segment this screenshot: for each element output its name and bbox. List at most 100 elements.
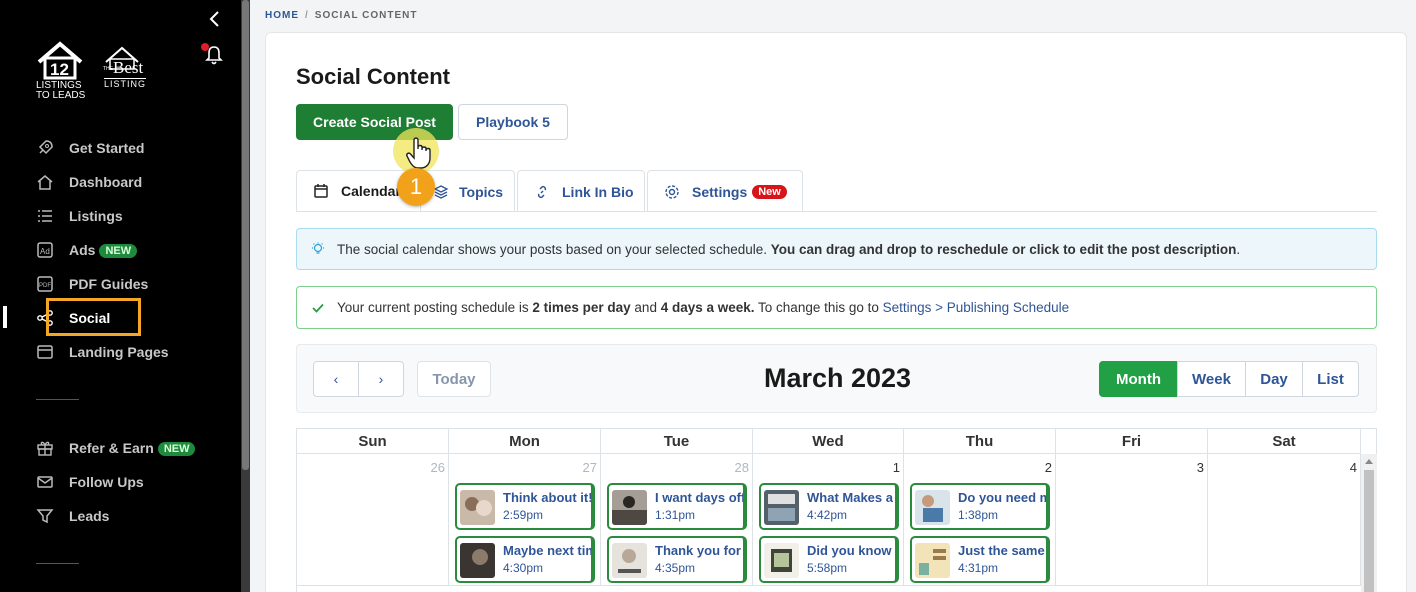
info-text-end: .: [1236, 241, 1241, 257]
post-title: Did you know: [807, 543, 892, 558]
post-time: 4:35pm: [655, 561, 696, 575]
post-event[interactable]: Do you need m 1:38pm: [910, 483, 1050, 530]
sidebar-item-listings[interactable]: Listings: [0, 199, 241, 233]
svg-text:Ad: Ad: [40, 247, 50, 256]
view-list-button[interactable]: List: [1302, 361, 1359, 397]
post-thumbnail: [764, 490, 799, 525]
post-thumbnail: [764, 543, 799, 578]
day-cell[interactable]: 26: [297, 454, 449, 586]
scroll-up-icon[interactable]: [1365, 459, 1373, 464]
day-cell[interactable]: 3: [1056, 454, 1208, 586]
day-cell[interactable]: 1 What Makes a 4:42pm Did you know 5:58p…: [753, 454, 904, 586]
rocket-icon: [38, 140, 53, 155]
post-event[interactable]: Did you know 5:58pm: [759, 536, 899, 583]
weekday-header: Sun: [297, 429, 449, 454]
logo-the-text: THE: [103, 66, 113, 72]
weekday-header: Sat: [1208, 429, 1361, 454]
sidebar-scrollbar[interactable]: [241, 0, 250, 592]
info-text: The social calendar shows your posts bas…: [337, 241, 771, 257]
post-event[interactable]: I want days off 1:31pm: [607, 483, 747, 530]
sidebar-item-label: Get Started: [69, 140, 145, 156]
sidebar-item-follow-ups[interactable]: Follow Ups: [0, 465, 241, 499]
view-month-button[interactable]: Month: [1099, 361, 1178, 397]
day-number: 26: [430, 460, 445, 475]
view-day-button[interactable]: Day: [1245, 361, 1303, 397]
post-event[interactable]: What Makes a 4:42pm: [759, 483, 899, 530]
gift-icon: [37, 441, 53, 456]
list-icon: [38, 210, 52, 222]
calendar-icon: [314, 184, 328, 198]
check-icon: [312, 303, 324, 313]
tab-label: Link In Bio: [562, 183, 634, 200]
svg-text:PDF: PDF: [39, 283, 51, 289]
post-event[interactable]: Maybe next tim 4:30pm: [455, 536, 595, 583]
lightbulb-icon: [312, 242, 324, 254]
day-cell[interactable]: 4: [1208, 454, 1361, 586]
post-time: 2:59pm: [503, 508, 544, 522]
sidebar-item-get-started[interactable]: Get Started: [0, 131, 241, 165]
post-time: 1:31pm: [655, 508, 696, 522]
gear-icon: [665, 184, 679, 199]
post-thumbnail: [612, 490, 647, 525]
breadcrumb: HOME / SOCIAL CONTENT: [265, 10, 418, 21]
sidebar-item-label: Ads: [69, 242, 96, 258]
weekday-header: Fri: [1056, 429, 1208, 454]
calendar-toolbar: ‹ › Today March 2023 Month Week Day List: [296, 344, 1377, 413]
tab-link-in-bio[interactable]: Link In Bio: [517, 170, 645, 212]
sidebar-item-leads[interactable]: Leads: [0, 499, 241, 533]
sidebar: 12 LISTINGS TO LEADS THE Best LISTING Ge…: [0, 0, 241, 592]
post-thumbnail: [612, 543, 647, 578]
weekday-header: Thu: [904, 429, 1056, 454]
svg-text:12: 12: [50, 60, 69, 79]
tab-settings[interactable]: Settings New: [647, 170, 803, 212]
hand-pointer-icon: [406, 137, 431, 169]
sidebar-item-dashboard[interactable]: Dashboard: [0, 165, 241, 199]
post-time: 5:58pm: [807, 561, 848, 575]
sidebar-item-label: Leads: [69, 508, 110, 524]
sidebar-item-label: PDF Guides: [69, 276, 149, 292]
day-number: 3: [1196, 460, 1204, 475]
post-time: 4:31pm: [958, 561, 999, 575]
day-number: 28: [734, 460, 749, 475]
info-bold-text: You can drag and drop to reschedule or c…: [770, 241, 1237, 257]
sidebar-item-pdf-guides[interactable]: PDF PDF Guides: [0, 267, 241, 301]
playbook-button[interactable]: Playbook 5: [458, 104, 568, 140]
filter-icon: [36, 509, 54, 524]
pdf-icon: PDF: [37, 276, 53, 292]
view-week-button[interactable]: Week: [1177, 361, 1246, 397]
view-switcher: Month Week Day List: [1099, 361, 1359, 397]
step-number-badge: 1: [397, 168, 435, 206]
sidebar-scroll-thumb[interactable]: [242, 0, 249, 470]
post-time: 4:30pm: [503, 561, 544, 575]
post-time: 1:38pm: [958, 508, 999, 522]
calendar-scroll-thumb[interactable]: [1364, 470, 1374, 592]
weekday-header: Wed: [753, 429, 904, 454]
ad-icon: Ad: [37, 242, 53, 258]
mail-icon: [37, 476, 53, 488]
day-cell[interactable]: 27 Think about it! 2:59pm Maybe next tim…: [449, 454, 601, 586]
day-cell[interactable]: 28 I want days off 1:31pm Thank you for …: [601, 454, 753, 586]
post-event[interactable]: Think about it! 2:59pm: [455, 483, 595, 530]
schedule-days: 4 days a week.: [660, 300, 755, 315]
sidebar-item-landing-pages[interactable]: Landing Pages: [0, 335, 241, 369]
tab-label: Settings: [692, 183, 748, 200]
publishing-schedule-link[interactable]: Settings > Publishing Schedule: [883, 300, 1070, 315]
post-event[interactable]: Just the same w 4:31pm: [910, 536, 1050, 583]
calendar-grid: Sun Mon Tue Wed Thu Fri Sat 26 27 Think …: [296, 428, 1377, 592]
active-indicator: [3, 306, 7, 328]
post-title: Maybe next tim: [503, 543, 595, 558]
day-cell[interactable]: 2 Do you need m 1:38pm Just the same w 4…: [904, 454, 1056, 586]
info-alert: The social calendar shows your posts bas…: [296, 228, 1377, 270]
sidebar-item-refer-earn[interactable]: Refer & Earn NEW: [0, 431, 241, 465]
post-event[interactable]: Thank you for 4:35pm: [607, 536, 747, 583]
weekday-header: Tue: [601, 429, 753, 454]
sidebar-item-ads[interactable]: Ad Ads NEW: [0, 233, 241, 267]
chevron-left-icon[interactable]: [207, 9, 223, 29]
post-title: Do you need m: [958, 490, 1050, 505]
breadcrumb-home[interactable]: HOME: [265, 10, 299, 21]
day-number: 4: [1349, 460, 1357, 475]
logo-text: LISTINGS TO LEADS: [36, 80, 86, 101]
sidebar-item-label: Listings: [69, 208, 123, 224]
day-number: 27: [582, 460, 597, 475]
calendar-scrollbar[interactable]: [1361, 454, 1377, 592]
